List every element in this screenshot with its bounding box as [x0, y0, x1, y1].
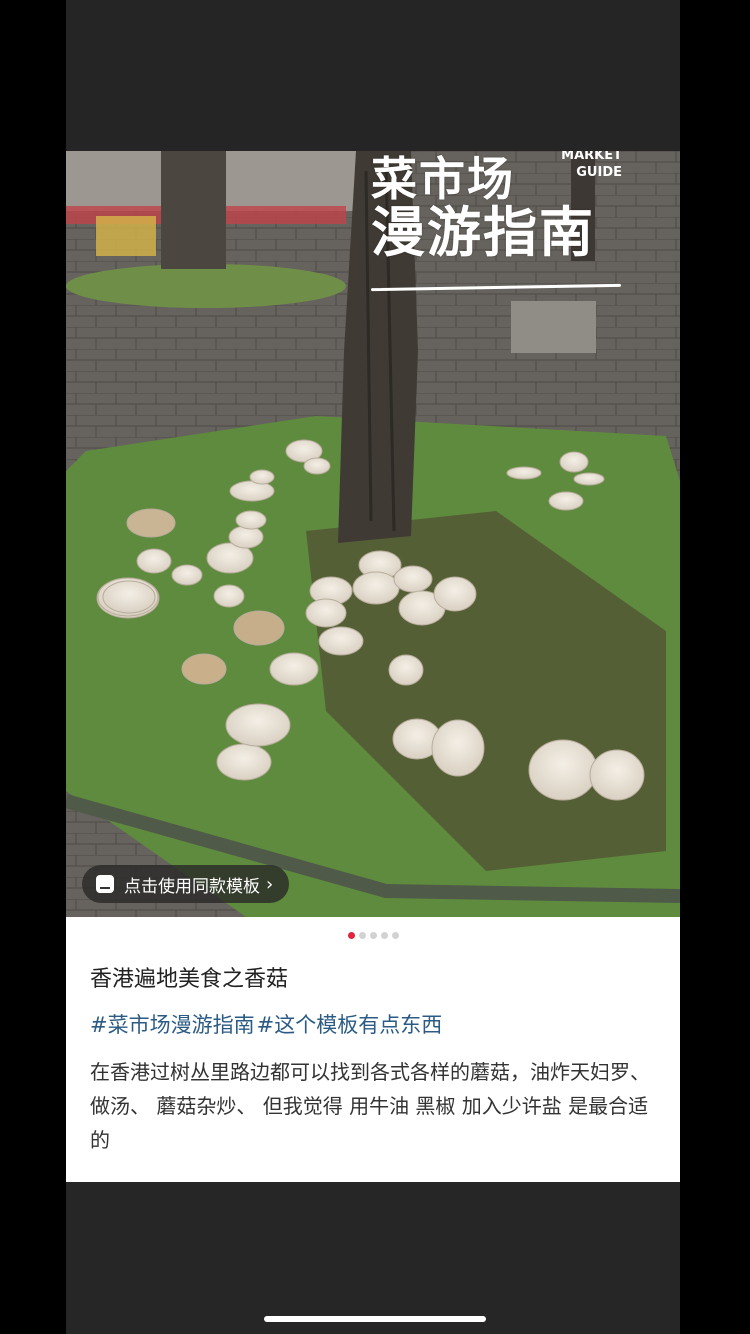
use-template-label: 点击使用同款模板	[124, 876, 260, 897]
market-guide-line2: GUIDE	[576, 164, 622, 180]
template-icon	[96, 875, 114, 893]
home-indicator[interactable]	[264, 1316, 486, 1322]
post-viewer: 菜市场 漫游指南 MARKET GUIDE 点击使用同款模板 › 香港遍地美食之…	[66, 0, 680, 1334]
pager-dot	[347, 932, 355, 939]
post-body: 在香港过树丛里路边都可以找到各式各样的蘑菇，油炸天妇罗、做汤、 蘑菇杂炒、 但我…	[90, 1060, 650, 1152]
post-card: 香港遍地美食之香菇 #菜市场漫游指南#这个模板有点东西 在香港过树丛里路边都可以…	[66, 917, 680, 1182]
tag-link[interactable]: #菜市场漫游指南	[90, 1013, 255, 1037]
pager-dot	[358, 932, 366, 939]
market-guide-line1: MARKET	[561, 151, 622, 163]
left-letterbox	[0, 0, 66, 1334]
post-tags: #菜市场漫游指南#这个模板有点东西	[90, 1009, 444, 1039]
use-template-button[interactable]: 点击使用同款模板 ›	[82, 865, 290, 903]
mushroom-photo	[66, 151, 680, 917]
market-guide-label: MARKET GUIDE	[561, 151, 622, 182]
image-pager	[66, 932, 680, 939]
pager-dot	[380, 932, 388, 939]
tag-link[interactable]: #这个模板有点东西	[257, 1013, 443, 1037]
pager-dot	[391, 932, 399, 939]
post-image[interactable]: 菜市场 漫游指南 MARKET GUIDE 点击使用同款模板 ›	[66, 151, 680, 917]
chevron-right-icon: ›	[266, 873, 274, 895]
post-title: 香港遍地美食之香菇	[90, 967, 289, 992]
pager-dot	[369, 932, 377, 939]
top-dark-area	[66, 0, 680, 151]
overlay-title-line2: 漫游指南	[371, 201, 595, 265]
right-letterbox	[680, 0, 750, 1334]
